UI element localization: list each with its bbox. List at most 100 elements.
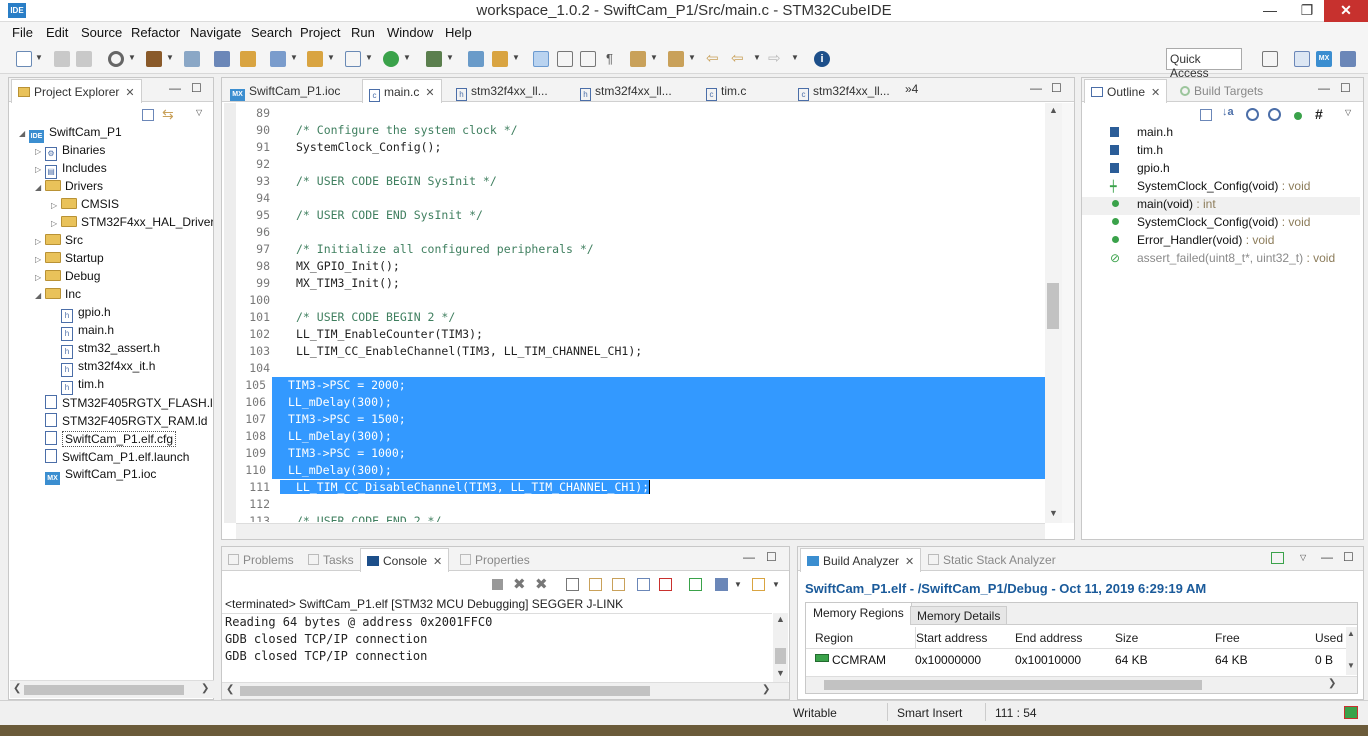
tree-item[interactable]: ◢ IDE SwiftCam_P1	[19, 125, 213, 143]
menu-help[interactable]: Help	[445, 25, 472, 40]
scroll-up-icon[interactable]: ▲	[776, 614, 785, 624]
debug-run-icon[interactable]	[426, 51, 442, 67]
remove-launch-icon[interactable]: ✖	[513, 575, 526, 593]
chevron-down-icon[interactable]: ▼	[35, 53, 43, 62]
maximize-view-icon[interactable]: ☐	[191, 81, 202, 95]
tree-item[interactable]: ▷ Debug	[19, 269, 213, 287]
scroll-down-icon[interactable]: ▼	[1049, 508, 1058, 518]
show-on-error-icon[interactable]	[659, 578, 672, 591]
new-source-icon[interactable]	[307, 51, 323, 67]
scroll-right-icon[interactable]: ❯	[1328, 678, 1336, 689]
tab-editor[interactable]: c tim.c	[700, 79, 752, 103]
menu-search[interactable]: Search	[251, 25, 292, 40]
chevron-down-icon[interactable]: ◢	[35, 183, 45, 192]
tab-memory-regions[interactable]: Memory Regions	[806, 603, 912, 625]
tab-tasks[interactable]: Tasks	[302, 548, 360, 572]
tab-static-stack-analyzer[interactable]: Static Stack Analyzer	[922, 548, 1062, 572]
code-line[interactable]: 101 /* USER CODE BEGIN 2 */	[236, 309, 1045, 326]
tab-editor[interactable]: MX SwiftCam_P1.ioc	[224, 79, 346, 103]
horizontal-scrollbar[interactable]: ❮ ❯	[10, 680, 214, 698]
outline-item[interactable]: tim.h	[1110, 143, 1360, 161]
maximize-view-icon[interactable]: ☐	[1340, 81, 1351, 95]
code-line[interactable]: 111 LL_TIM_CC_DisableChannel(TIM3, LL_TIM…	[236, 479, 1045, 496]
new-class-icon[interactable]	[345, 51, 361, 67]
tree-item[interactable]: h stm32_assert.h	[19, 341, 213, 359]
vertical-scrollbar[interactable]: ▲ ▼	[1346, 627, 1357, 675]
column-header[interactable]: Size	[1115, 627, 1138, 649]
open-task-icon[interactable]	[557, 51, 573, 67]
tree-item[interactable]: ▷ ▤ Includes	[19, 161, 213, 179]
open-perspective-icon[interactable]	[1262, 51, 1278, 67]
code-line[interactable]: 99 MX_TIM3_Init();	[236, 275, 1045, 292]
clear-console-icon[interactable]	[566, 578, 579, 591]
tab-outline[interactable]: Outline ✕	[1084, 79, 1168, 103]
scrollbar-thumb[interactable]	[24, 685, 184, 695]
code-line[interactable]: 100	[236, 292, 1045, 309]
mx-perspective-icon[interactable]: MX	[1316, 51, 1332, 67]
column-header[interactable]: Region	[815, 627, 853, 649]
code-line[interactable]: 106 LL_mDelay(300);	[236, 394, 1045, 411]
tree-item[interactable]: SwiftCam_P1.elf.launch	[19, 449, 213, 467]
hide-nonpublic-icon[interactable]	[1294, 112, 1302, 120]
chevron-down-icon[interactable]: ▼	[290, 53, 298, 62]
tab-console[interactable]: Console ✕	[360, 548, 450, 572]
tab-problems[interactable]: Problems	[222, 548, 300, 572]
display-console-icon[interactable]	[715, 578, 728, 591]
chevron-right-icon[interactable]: ▷	[51, 201, 61, 210]
build-config-icon[interactable]	[184, 51, 200, 67]
tab-editor[interactable]: c main.c ✕	[362, 79, 442, 103]
scroll-up-icon[interactable]: ▲	[1347, 629, 1355, 638]
scrollbar-thumb[interactable]	[824, 680, 1202, 690]
outline-item[interactable]: gpio.h	[1110, 161, 1360, 179]
code-line[interactable]: 105 TIM3->PSC = 2000;	[236, 377, 1045, 394]
show-on-output-icon[interactable]	[637, 578, 650, 591]
chevron-down-icon[interactable]: ▼	[734, 580, 742, 589]
minimize-view-icon[interactable]: —	[1030, 81, 1042, 95]
hammer-icon[interactable]	[146, 51, 162, 67]
code-line[interactable]: 110 LL_mDelay(300);	[236, 462, 1045, 479]
tree-item[interactable]: ▷ Src	[19, 233, 213, 251]
code-line[interactable]: 109 TIM3->PSC = 1000;	[236, 445, 1045, 462]
code-line[interactable]: 93 /* USER CODE BEGIN SysInit */	[236, 173, 1045, 190]
code-line[interactable]: 95 /* USER CODE END SysInit */	[236, 207, 1045, 224]
new-project-icon[interactable]	[270, 51, 286, 67]
tab-editor[interactable]: h stm32f4xx_ll...	[574, 79, 678, 103]
chevron-down-icon[interactable]: ▼	[365, 53, 373, 62]
tree-item[interactable]: SwiftCam_P1.elf.cfg	[19, 431, 213, 449]
code-line[interactable]: 97 /* Initialize all configured periphera…	[236, 241, 1045, 258]
code-area[interactable]: 89 90 /* Configure the system clock */ 91 Sy…	[236, 105, 1045, 522]
tree-item[interactable]: ◢ Drivers	[19, 179, 213, 197]
tree-item[interactable]: h main.h	[19, 323, 213, 341]
vertical-scrollbar[interactable]: ▲ ▼	[773, 613, 788, 682]
gear-icon[interactable]	[108, 51, 124, 67]
close-icon[interactable]: ✕	[125, 87, 134, 99]
outline-item[interactable]: main(void) : int	[1082, 197, 1360, 215]
code-line[interactable]: 89	[236, 105, 1045, 122]
next-annotation-icon[interactable]	[630, 51, 646, 67]
minimize-view-icon[interactable]: —	[1321, 550, 1333, 564]
pilcrow-icon[interactable]: ¶	[606, 51, 613, 66]
hide-macros-icon[interactable]: #	[1315, 106, 1323, 122]
hide-fields-icon[interactable]	[1246, 108, 1259, 121]
chevron-down-icon[interactable]: ▼	[166, 53, 174, 62]
menu-run[interactable]: Run	[351, 25, 375, 40]
chevron-down-icon[interactable]: ▼	[791, 53, 799, 62]
column-header[interactable]: End address	[1015, 627, 1082, 649]
scroll-left-icon[interactable]: ❮	[226, 684, 234, 695]
code-line[interactable]: 103 LL_TIM_CC_EnableChannel(TIM3, LL_TIM_…	[236, 343, 1045, 360]
tab-overflow[interactable]: »4	[905, 82, 918, 96]
minimize-button[interactable]: —	[1250, 0, 1290, 22]
minimize-view-icon[interactable]: —	[169, 81, 181, 95]
outline-item[interactable]: main.h	[1110, 125, 1360, 143]
back-icon[interactable]: ⇦	[731, 49, 744, 67]
tree-item[interactable]: ▷ CMSIS	[19, 197, 213, 215]
table-row[interactable]: CCMRAM 0x10000000 0x10010000 64 KB 64 KB…	[806, 650, 1346, 670]
chevron-down-icon[interactable]: ▼	[403, 53, 411, 62]
outline-item[interactable]: ⊘ assert_failed(uint8_t*, uint32_t) : voi…	[1110, 251, 1360, 269]
tree-item[interactable]: ◢ Inc	[19, 287, 213, 305]
scroll-down-icon[interactable]: ▼	[1347, 661, 1355, 670]
tree-item[interactable]: ▷ ⚙ Binaries	[19, 143, 213, 161]
code-line[interactable]: 112	[236, 496, 1045, 513]
close-icon[interactable]: ✕	[1151, 87, 1160, 99]
scrollbar-thumb[interactable]	[240, 686, 650, 696]
